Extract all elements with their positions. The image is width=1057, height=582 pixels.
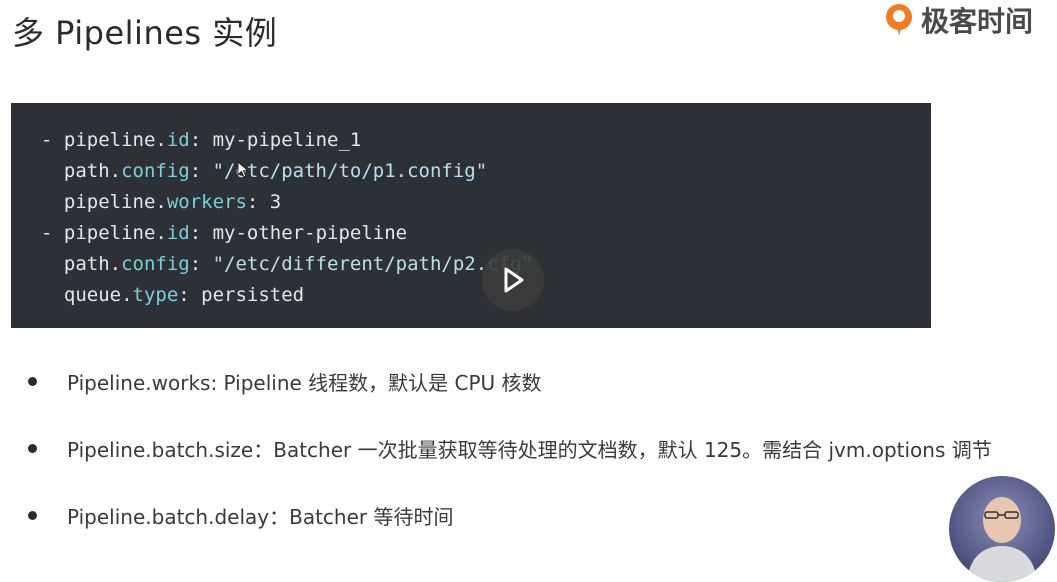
code-token: path. [41,160,122,182]
brand-name: 极客时间 [920,5,1033,38]
geektime-logo-icon [885,4,912,36]
bullet-item: Pipeline.batch.size：Batcher 一次批量获取等待处理的文… [28,437,992,462]
bullet-dot [28,376,37,386]
code-token: id [166,129,190,151]
code-token: - pipeline. [41,129,167,151]
code-token: : my-other-pipeline [189,222,408,244]
code-token: id [166,222,190,244]
presenter-video-thumbnail [949,476,1055,582]
bullet-item: Pipeline.batch.delay：Batcher 等待时间 [28,504,992,529]
code-line: - pipeline.id: my-other-pipeline [41,218,931,249]
code-token: : my-pipeline_1 [189,129,362,151]
presenter-avatar-icon [967,497,1037,582]
code-token: path. [41,253,122,275]
bullet-dot [28,510,37,520]
code-token: config [121,253,190,275]
play-button[interactable] [482,249,544,311]
bullet-text: Pipeline.works: Pipeline 线程数，默认是 CPU 核数 [67,370,542,395]
bullet-dot [28,443,37,453]
code-token: type [132,284,179,306]
code-token: queue. [41,284,133,306]
code-line: path.config: "/etc/path/to/p1.config" [41,156,931,187]
code-token: - pipeline. [41,222,167,244]
page-title: 多 Pipelines 实例 [12,14,278,52]
code-token: : [189,160,213,182]
code-token: pipeline. [41,191,167,213]
code-token: : [189,253,213,275]
play-icon [504,267,524,293]
code-block: - pipeline.id: my-pipeline_1 path.config… [11,103,931,328]
code-line: - pipeline.id: my-pipeline_1 [41,125,931,156]
code-line: pipeline.workers: 3 [41,187,931,218]
bullet-text: Pipeline.batch.delay：Batcher 等待时间 [67,504,454,529]
code-token: : persisted [178,284,305,306]
bullet-list: Pipeline.works: Pipeline 线程数，默认是 CPU 核数 … [28,370,992,529]
code-token: config [121,160,190,182]
bullet-text: Pipeline.batch.size：Batcher 一次批量获取等待处理的文… [67,437,992,462]
code-token: workers [166,191,247,213]
code-token: : 3 [246,191,282,213]
bullet-item: Pipeline.works: Pipeline 线程数，默认是 CPU 核数 [28,370,992,395]
brand-logo: 极客时间 [883,0,1033,40]
mouse-cursor-icon [237,161,250,178]
code-token: "/etc/path/to/p1.config" [212,160,488,182]
